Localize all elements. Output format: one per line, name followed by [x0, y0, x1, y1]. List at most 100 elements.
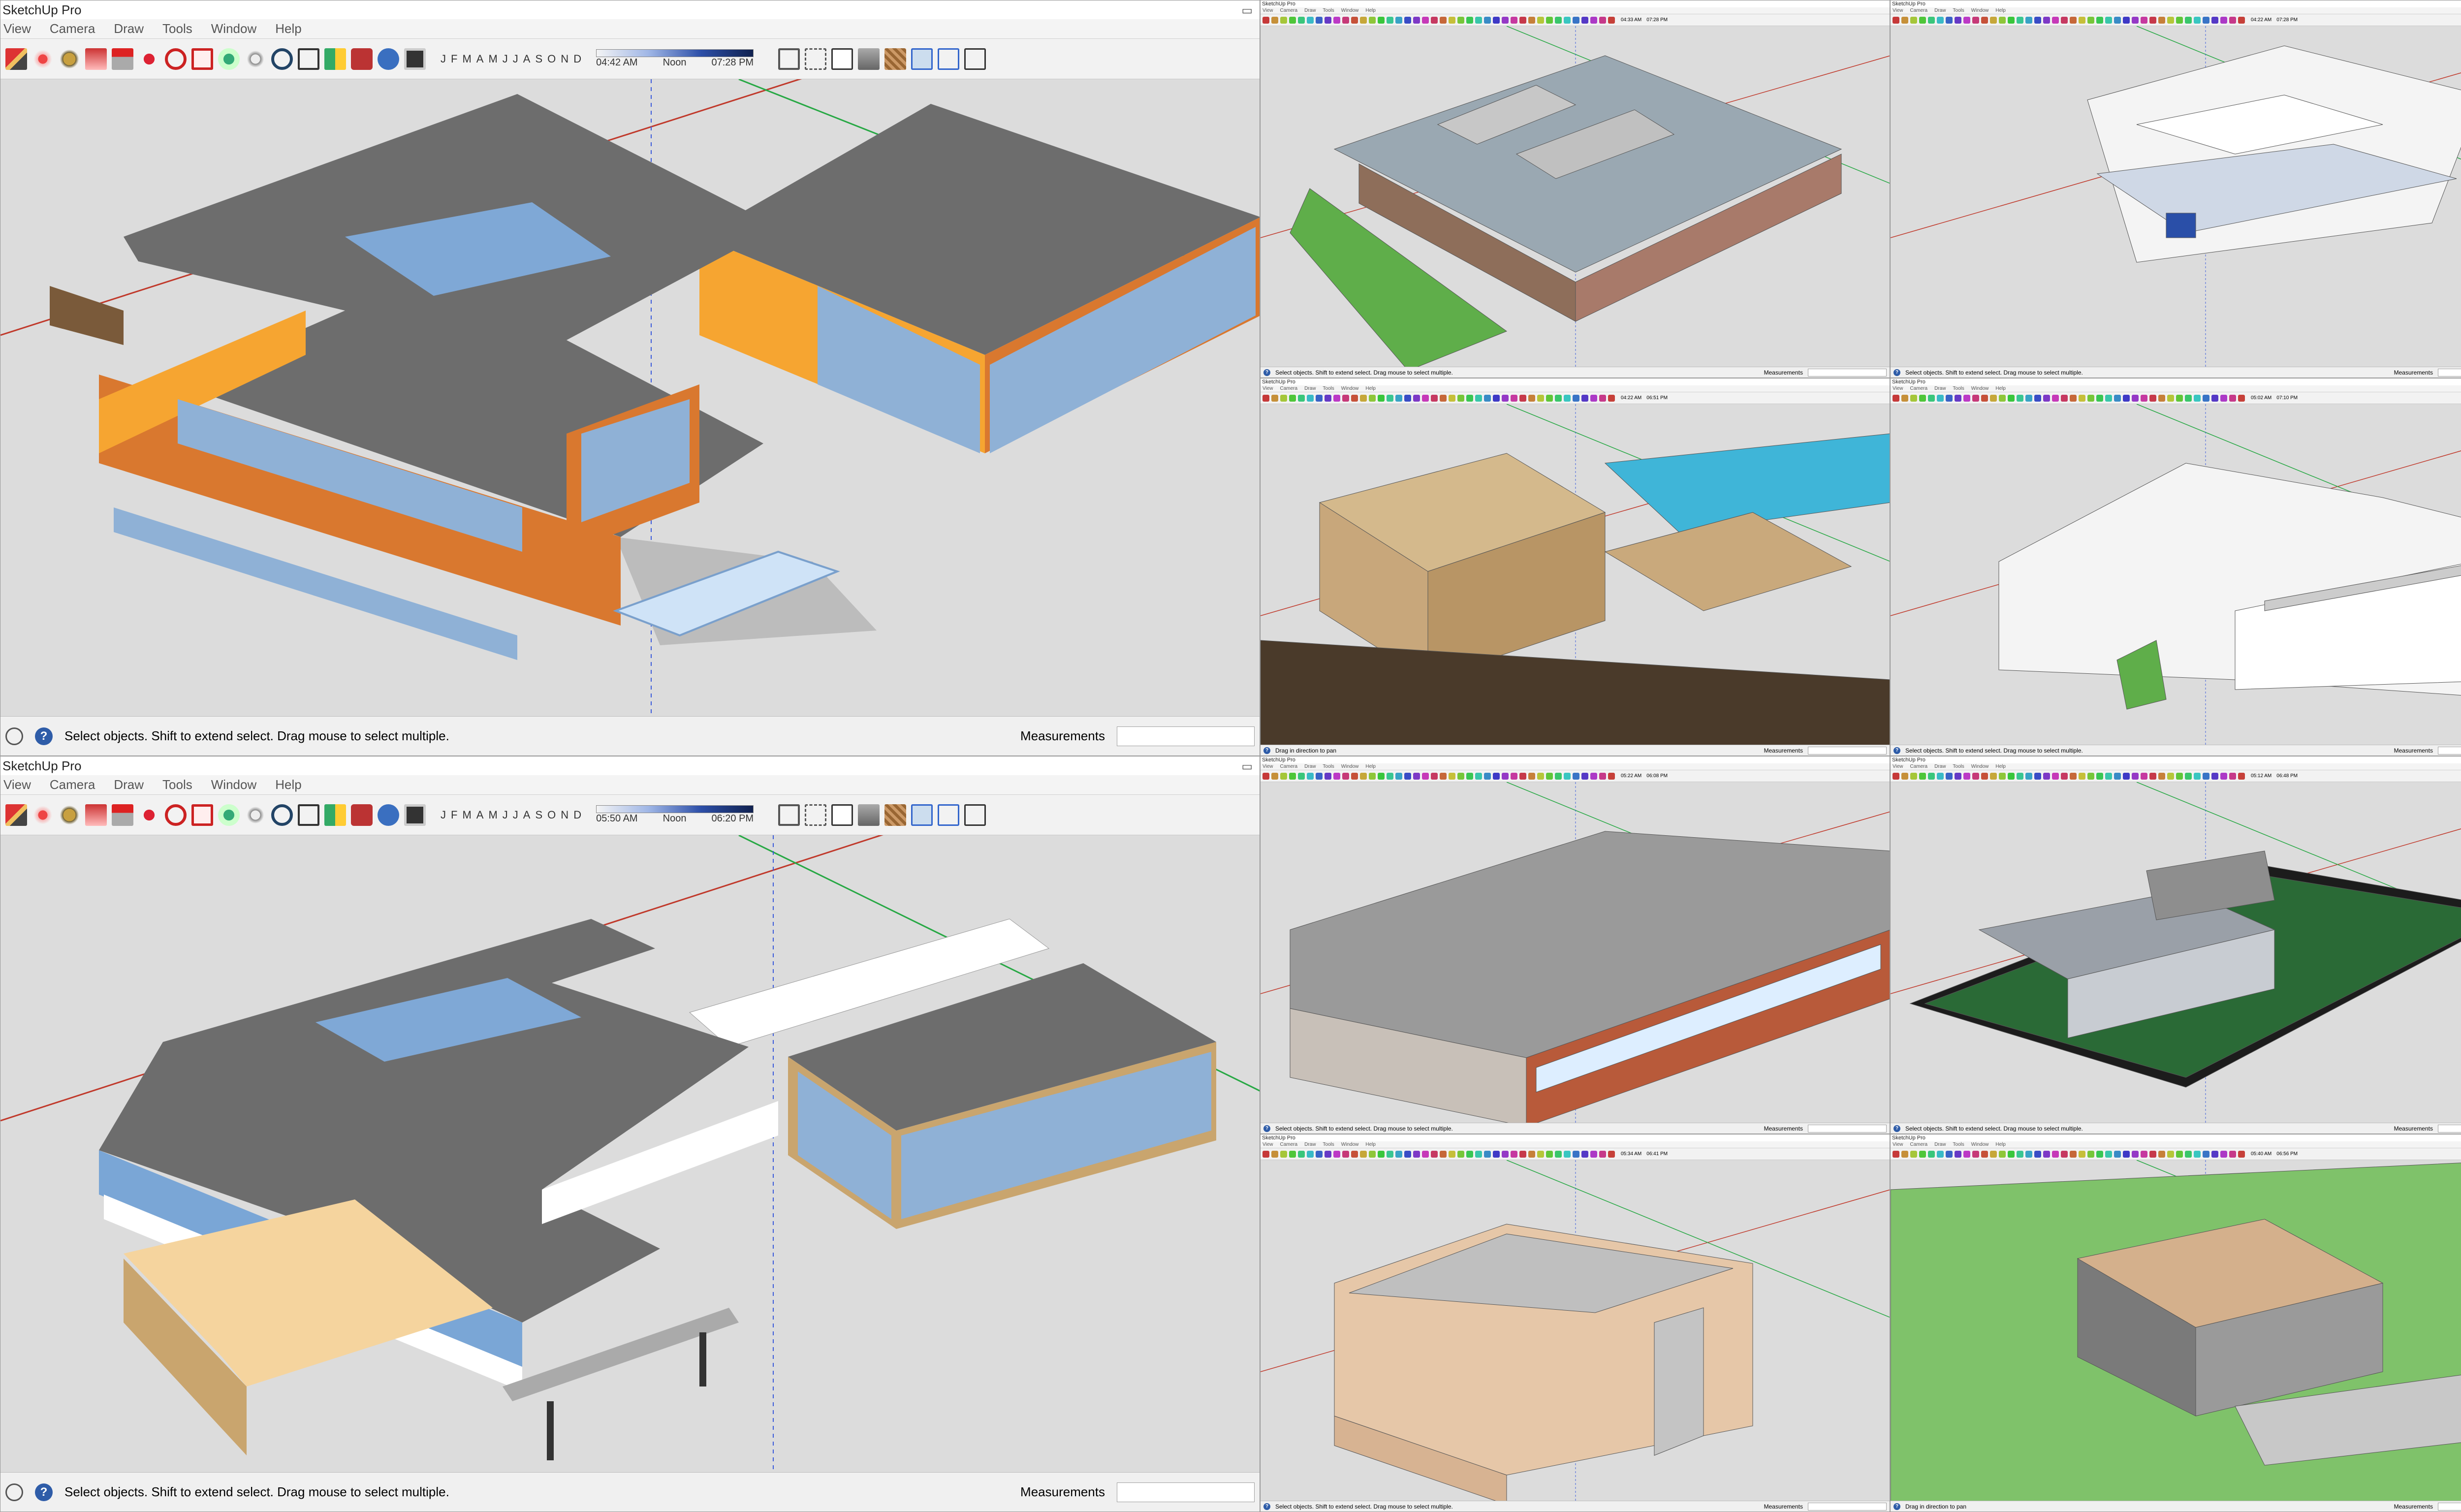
top-view-icon[interactable]	[938, 48, 960, 70]
menu-help[interactable]: Help	[1995, 1142, 2006, 1147]
menu-camera[interactable]: Camera	[1910, 386, 1928, 391]
zoom-icon[interactable]	[1608, 772, 1615, 780]
menu-tools[interactable]: Tools	[1323, 8, 1334, 13]
pencil-icon[interactable]	[1893, 16, 1899, 24]
right-view-icon[interactable]	[2123, 394, 2130, 402]
shaded-icon[interactable]	[1440, 1150, 1447, 1158]
shaded-icon[interactable]	[2070, 16, 2077, 24]
time-slider[interactable]	[596, 805, 754, 813]
fog-icon[interactable]	[2034, 394, 2041, 402]
pencil-icon[interactable]	[2149, 16, 2156, 24]
hidden-line-icon[interactable]	[831, 804, 853, 826]
rotate-icon[interactable]	[1573, 16, 1579, 24]
offset-icon[interactable]	[1955, 394, 1961, 402]
offset-icon[interactable]	[1581, 1150, 1588, 1158]
orbit-icon[interactable]	[1333, 772, 1340, 780]
back-view-icon[interactable]	[2132, 1150, 2139, 1158]
shadow-month-bar[interactable]: J F M A M J J A S O N D	[441, 53, 581, 65]
wireframe-icon[interactable]	[1422, 1150, 1429, 1158]
help-icon[interactable]: ?	[35, 1483, 53, 1501]
menu-window[interactable]: Window	[1341, 1142, 1359, 1147]
rotate-icon[interactable]	[1573, 394, 1579, 402]
pencil-icon[interactable]	[1262, 1150, 1269, 1158]
iso-view-icon[interactable]	[1466, 1150, 1473, 1158]
tape-measure-icon[interactable]	[1910, 16, 1917, 24]
top-view-icon[interactable]	[2105, 772, 2112, 780]
paint-bucket-icon[interactable]	[2176, 772, 2183, 780]
left-view-icon[interactable]	[1511, 16, 1517, 24]
wireframe-icon[interactable]	[1422, 16, 1429, 24]
textured-icon[interactable]	[2079, 1150, 2085, 1158]
monochrome-icon[interactable]	[1457, 394, 1464, 402]
month-a2[interactable]: A	[523, 53, 531, 65]
top-view-icon[interactable]	[1475, 772, 1482, 780]
left-view-icon[interactable]	[2141, 394, 2147, 402]
push-pull-icon[interactable]	[1298, 1150, 1305, 1158]
eraser-icon[interactable]	[1271, 16, 1278, 24]
measurements-input[interactable]	[1808, 1502, 1887, 1511]
iso-view-icon[interactable]	[2096, 772, 2103, 780]
fog-icon[interactable]	[2034, 772, 2041, 780]
textured-icon[interactable]	[1449, 394, 1455, 402]
pan-icon[interactable]	[1599, 1150, 1606, 1158]
menu-camera[interactable]: Camera	[50, 21, 95, 36]
help-icon[interactable]: ?	[35, 727, 53, 745]
components-icon[interactable]	[2008, 394, 2015, 402]
menu-view[interactable]: View	[1262, 8, 1273, 13]
offset-icon[interactable]	[191, 804, 213, 826]
month-a[interactable]: A	[476, 53, 484, 65]
left-view-icon[interactable]	[2141, 1150, 2147, 1158]
tape-measure-icon[interactable]	[59, 48, 80, 70]
orbit-icon[interactable]	[218, 804, 240, 826]
iso-view-icon[interactable]	[911, 48, 933, 70]
menu-tools[interactable]: Tools	[162, 777, 192, 792]
front-view-icon[interactable]	[1484, 772, 1491, 780]
push-pull-icon[interactable]	[1555, 394, 1562, 402]
front-view-icon[interactable]	[1484, 16, 1491, 24]
shaded-icon[interactable]	[2070, 1150, 2077, 1158]
textured-icon[interactable]	[2079, 772, 2085, 780]
shaded-icon[interactable]	[1440, 772, 1447, 780]
pan-icon[interactable]	[2229, 394, 2236, 402]
eraser-icon[interactable]	[1901, 772, 1908, 780]
month-j[interactable]: J	[441, 53, 446, 65]
eraser-icon[interactable]	[1271, 772, 1278, 780]
menu-camera[interactable]: Camera	[1280, 764, 1298, 769]
eraser-icon[interactable]	[1271, 394, 1278, 402]
paint-bucket-icon[interactable]	[1546, 394, 1553, 402]
xray-icon[interactable]	[778, 48, 800, 70]
front-view-icon[interactable]	[2114, 394, 2121, 402]
month-d[interactable]: D	[573, 53, 581, 65]
move-icon[interactable]	[2194, 772, 2201, 780]
hidden-line-icon[interactable]	[1431, 1150, 1438, 1158]
tape-measure-icon[interactable]	[1280, 16, 1287, 24]
paint-bucket-icon[interactable]	[1919, 772, 1926, 780]
section-plane-icon[interactable]	[1369, 394, 1376, 402]
rotate-icon[interactable]	[165, 48, 187, 70]
rotate-icon[interactable]	[2203, 394, 2209, 402]
menu-view[interactable]: View	[1893, 764, 1903, 769]
rotate-icon[interactable]	[1316, 1150, 1323, 1158]
menu-tools[interactable]: Tools	[1953, 1142, 1964, 1147]
zoom-icon[interactable]	[271, 48, 293, 70]
zoom-icon[interactable]	[1608, 394, 1615, 402]
building-model[interactable]	[1261, 26, 1890, 368]
top-view-icon[interactable]	[1475, 1150, 1482, 1158]
components-icon[interactable]	[1378, 394, 1385, 402]
offset-icon[interactable]	[2211, 394, 2218, 402]
menu-help[interactable]: Help	[1995, 386, 2006, 391]
front-view-icon[interactable]	[2114, 772, 2121, 780]
menu-view[interactable]: View	[1893, 8, 1903, 13]
move-icon[interactable]	[2194, 394, 2201, 402]
tape-measure-icon[interactable]	[1537, 16, 1544, 24]
tape-measure-icon[interactable]	[1537, 772, 1544, 780]
paint-bucket-icon[interactable]	[2176, 16, 2183, 24]
wireframe-icon[interactable]	[2052, 16, 2059, 24]
push-pull-icon[interactable]	[1555, 1150, 1562, 1158]
materials-icon[interactable]	[378, 48, 399, 70]
zoom-extents-icon[interactable]	[1990, 772, 1997, 780]
menu-help[interactable]: Help	[1995, 8, 2006, 13]
menu-window[interactable]: Window	[1971, 386, 1989, 391]
rotate-icon[interactable]	[1316, 16, 1323, 24]
pencil-icon[interactable]	[1893, 394, 1899, 402]
